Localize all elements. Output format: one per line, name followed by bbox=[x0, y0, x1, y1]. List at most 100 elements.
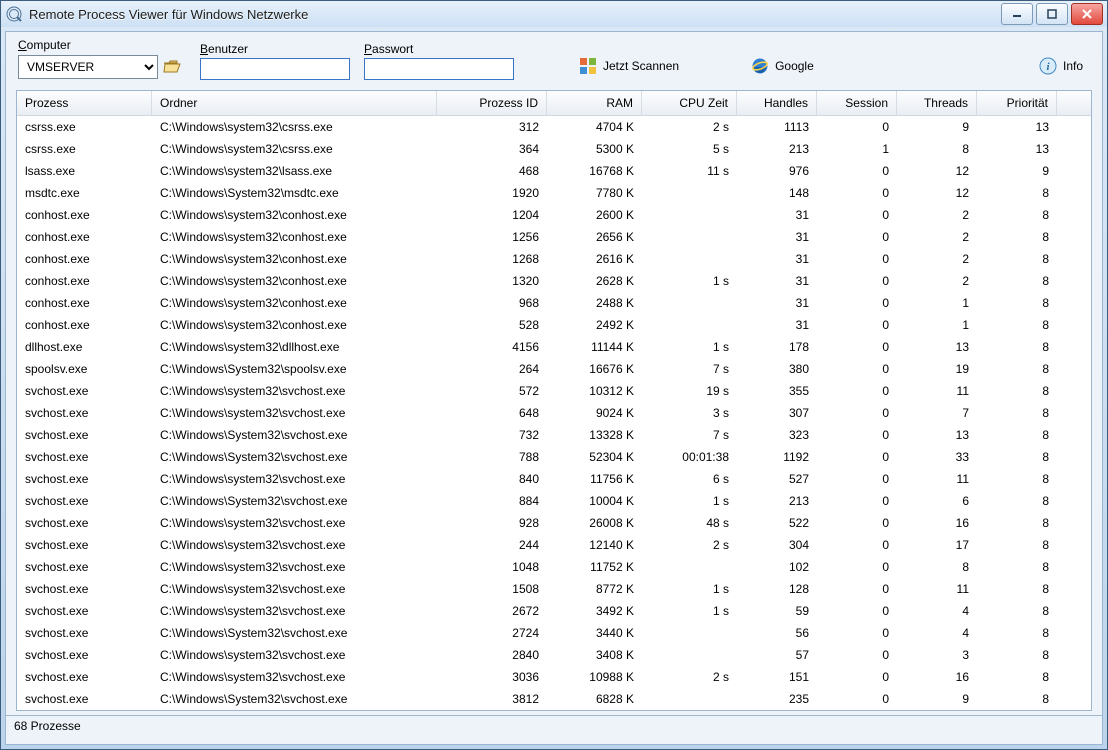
table-row[interactable]: spoolsv.exeC:\Windows\System32\spoolsv.e… bbox=[17, 358, 1091, 380]
table-row[interactable]: svchost.exeC:\Windows\system32\svchost.e… bbox=[17, 512, 1091, 534]
cell: C:\Windows\system32\conhost.exe bbox=[152, 230, 437, 244]
col-session[interactable]: Session bbox=[817, 91, 897, 115]
cell: svchost.exe bbox=[17, 538, 152, 552]
col-prozess[interactable]: Prozess bbox=[17, 91, 152, 115]
col-threads[interactable]: Threads bbox=[897, 91, 977, 115]
grid-body[interactable]: csrss.exeC:\Windows\system32\csrss.exe31… bbox=[17, 116, 1091, 710]
password-input[interactable] bbox=[364, 58, 514, 80]
cell: 1 bbox=[897, 318, 977, 332]
cell: 0 bbox=[817, 604, 897, 618]
google-button[interactable]: Google bbox=[744, 52, 821, 80]
table-row[interactable]: conhost.exeC:\Windows\system32\conhost.e… bbox=[17, 204, 1091, 226]
cell: 0 bbox=[817, 340, 897, 354]
cell: 7 bbox=[897, 406, 977, 420]
table-row[interactable]: csrss.exeC:\Windows\system32\csrss.exe31… bbox=[17, 116, 1091, 138]
table-row[interactable]: svchost.exeC:\Windows\system32\svchost.e… bbox=[17, 534, 1091, 556]
table-row[interactable]: svchost.exeC:\Windows\system32\svchost.e… bbox=[17, 644, 1091, 666]
cell: C:\Windows\system32\svchost.exe bbox=[152, 472, 437, 486]
table-row[interactable]: svchost.exeC:\Windows\System32\svchost.e… bbox=[17, 446, 1091, 468]
cell: 1 s bbox=[642, 582, 737, 596]
col-priority[interactable]: Priorität bbox=[977, 91, 1057, 115]
cell: 5300 K bbox=[547, 142, 642, 156]
col-handles[interactable]: Handles bbox=[737, 91, 817, 115]
col-pid[interactable]: Prozess ID bbox=[437, 91, 547, 115]
cell: 0 bbox=[817, 406, 897, 420]
close-button[interactable] bbox=[1071, 3, 1103, 25]
maximize-button[interactable] bbox=[1036, 3, 1068, 25]
table-row[interactable]: csrss.exeC:\Windows\system32\csrss.exe36… bbox=[17, 138, 1091, 160]
cell: svchost.exe bbox=[17, 516, 152, 530]
table-row[interactable]: lsass.exeC:\Windows\system32\lsass.exe46… bbox=[17, 160, 1091, 182]
table-row[interactable]: svchost.exeC:\Windows\system32\svchost.e… bbox=[17, 402, 1091, 424]
cell: 0 bbox=[817, 186, 897, 200]
cell: 102 bbox=[737, 560, 817, 574]
table-row[interactable]: conhost.exeC:\Windows\system32\conhost.e… bbox=[17, 248, 1091, 270]
minimize-button[interactable] bbox=[1001, 3, 1033, 25]
info-button[interactable]: i Info bbox=[1032, 52, 1090, 80]
cell: 3812 bbox=[437, 692, 547, 706]
cell: 13328 K bbox=[547, 428, 642, 442]
table-row[interactable]: svchost.exeC:\Windows\System32\svchost.e… bbox=[17, 490, 1091, 512]
cell: 2 s bbox=[642, 670, 737, 684]
cell: 4 bbox=[897, 604, 977, 618]
cell: csrss.exe bbox=[17, 120, 152, 134]
cell: 522 bbox=[737, 516, 817, 530]
table-row[interactable]: svchost.exeC:\Windows\System32\svchost.e… bbox=[17, 622, 1091, 644]
google-label: Google bbox=[775, 59, 814, 73]
cell: 8 bbox=[977, 384, 1057, 398]
col-ordner[interactable]: Ordner bbox=[152, 91, 437, 115]
cell: 52304 K bbox=[547, 450, 642, 464]
cell: 0 bbox=[817, 230, 897, 244]
cell: 244 bbox=[437, 538, 547, 552]
table-row[interactable]: conhost.exeC:\Windows\system32\conhost.e… bbox=[17, 314, 1091, 336]
cell: 572 bbox=[437, 384, 547, 398]
cell: 1 bbox=[897, 296, 977, 310]
cell: 16768 K bbox=[547, 164, 642, 178]
table-row[interactable]: svchost.exeC:\Windows\System32\svchost.e… bbox=[17, 688, 1091, 710]
cell: 9024 K bbox=[547, 406, 642, 420]
computer-combo[interactable]: VMSERVER bbox=[18, 55, 158, 79]
user-input[interactable] bbox=[200, 58, 350, 80]
table-row[interactable]: svchost.exeC:\Windows\System32\svchost.e… bbox=[17, 424, 1091, 446]
table-row[interactable]: svchost.exeC:\Windows\system32\svchost.e… bbox=[17, 600, 1091, 622]
table-row[interactable]: svchost.exeC:\Windows\system32\svchost.e… bbox=[17, 380, 1091, 402]
cell: 12140 K bbox=[547, 538, 642, 552]
cell: 355 bbox=[737, 384, 817, 398]
cell: 380 bbox=[737, 362, 817, 376]
table-row[interactable]: conhost.exeC:\Windows\system32\conhost.e… bbox=[17, 226, 1091, 248]
cell: 8 bbox=[977, 406, 1057, 420]
cell: C:\Windows\system32\svchost.exe bbox=[152, 406, 437, 420]
cell: 8 bbox=[977, 450, 1057, 464]
table-row[interactable]: dllhost.exeC:\Windows\system32\dllhost.e… bbox=[17, 336, 1091, 358]
cell: 8 bbox=[977, 208, 1057, 222]
cell: 0 bbox=[817, 296, 897, 310]
table-row[interactable]: svchost.exeC:\Windows\system32\svchost.e… bbox=[17, 578, 1091, 600]
cell: 0 bbox=[817, 494, 897, 508]
app-window: Remote Process Viewer für Windows Netzwe… bbox=[0, 0, 1108, 750]
folder-open-icon bbox=[163, 59, 181, 75]
cell: conhost.exe bbox=[17, 296, 152, 310]
cell: 10312 K bbox=[547, 384, 642, 398]
cell: 6828 K bbox=[547, 692, 642, 706]
cell: 968 bbox=[437, 296, 547, 310]
cell: 2 bbox=[897, 208, 977, 222]
scan-button[interactable]: Jetzt Scannen bbox=[572, 52, 686, 80]
table-row[interactable]: conhost.exeC:\Windows\system32\conhost.e… bbox=[17, 270, 1091, 292]
table-row[interactable]: svchost.exeC:\Windows\system32\svchost.e… bbox=[17, 666, 1091, 688]
col-ram[interactable]: RAM bbox=[547, 91, 642, 115]
table-row[interactable]: msdtc.exeC:\Windows\System32\msdtc.exe19… bbox=[17, 182, 1091, 204]
titlebar[interactable]: Remote Process Viewer für Windows Netzwe… bbox=[1, 1, 1107, 27]
cell: 0 bbox=[817, 692, 897, 706]
cell: dllhost.exe bbox=[17, 340, 152, 354]
browse-button[interactable] bbox=[158, 54, 186, 80]
cell: 128 bbox=[737, 582, 817, 596]
cell: 3492 K bbox=[547, 604, 642, 618]
cell: C:\Windows\system32\conhost.exe bbox=[152, 208, 437, 222]
col-cpu[interactable]: CPU Zeit bbox=[642, 91, 737, 115]
table-row[interactable]: conhost.exeC:\Windows\system32\conhost.e… bbox=[17, 292, 1091, 314]
table-row[interactable]: svchost.exeC:\Windows\system32\svchost.e… bbox=[17, 468, 1091, 490]
cell: svchost.exe bbox=[17, 560, 152, 574]
table-row[interactable]: svchost.exeC:\Windows\system32\svchost.e… bbox=[17, 556, 1091, 578]
cell: 9 bbox=[897, 120, 977, 134]
process-grid: Prozess Ordner Prozess ID RAM CPU Zeit H… bbox=[16, 90, 1092, 711]
